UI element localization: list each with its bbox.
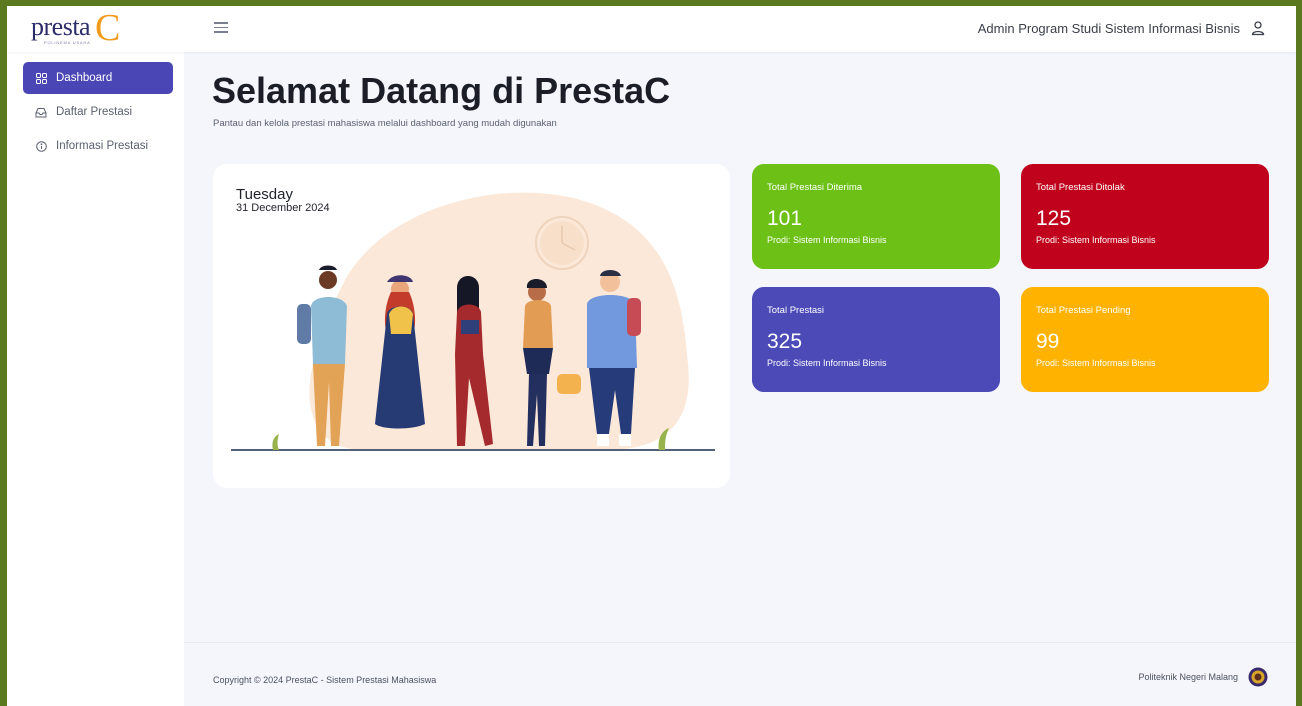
- stat-value: 325: [767, 330, 803, 353]
- stat-label: Total Prestasi Diterima: [767, 182, 863, 193]
- app-window: presta C POLINEMA USAHA Admin Program St…: [7, 6, 1296, 706]
- hamburger-icon[interactable]: [214, 22, 228, 34]
- stat-value: 101: [767, 207, 803, 230]
- stat-value: 99: [1036, 330, 1060, 353]
- institution: Politeknik Negeri Malang: [1138, 667, 1268, 687]
- stat-value: 125: [1036, 207, 1072, 230]
- stat-prodi: Prodi: Sistem Informasi Bisnis: [767, 235, 887, 245]
- top-bar: presta C POLINEMA USAHA Admin Program St…: [7, 6, 1296, 52]
- page-subtitle: Pantau dan kelola prestasi mahasiswa mel…: [213, 118, 557, 129]
- user-name: Admin Program Studi Sistem Informasi Bis…: [977, 20, 1240, 36]
- info-icon: [35, 140, 47, 152]
- stat-prodi: Prodi: Sistem Informasi Bisnis: [1036, 235, 1156, 245]
- grid-icon: [35, 72, 47, 84]
- copyright-text: Copyright © 2024 PrestaC - Sistem Presta…: [213, 675, 437, 685]
- sidebar: Dashboard Daftar Prestasi Informasi Pres…: [7, 52, 184, 706]
- user-menu[interactable]: Admin Program Studi Sistem Informasi Bis…: [978, 20, 1266, 36]
- stat-label: Total Prestasi Pending: [1036, 305, 1131, 316]
- stat-prodi: Prodi: Sistem Informasi Bisnis: [767, 358, 887, 368]
- sidebar-item-dashboard[interactable]: Dashboard: [23, 62, 173, 94]
- stat-prodi: Prodi: Sistem Informasi Bisnis: [1036, 358, 1156, 368]
- stat-card-diterima[interactable]: Total Prestasi Diterima 101 Prodi: Siste…: [752, 164, 1000, 269]
- sidebar-item-label: Daftar Prestasi: [56, 106, 133, 118]
- user-icon[interactable]: [1250, 20, 1266, 36]
- date-card: Tuesday 31 December 2024: [213, 164, 730, 488]
- stat-label: Total Prestasi: [767, 305, 825, 316]
- footer: Copyright © 2024 PrestaC - Sistem Presta…: [184, 642, 1296, 706]
- sidebar-item-label: Dashboard: [56, 72, 113, 84]
- inbox-icon: [35, 106, 47, 118]
- logo-text: presta: [31, 12, 91, 41]
- institution-name: Politeknik Negeri Malang: [1138, 672, 1238, 682]
- stat-label: Total Prestasi Ditolak: [1036, 182, 1125, 193]
- page-title: Selamat Datang di PrestaC: [212, 70, 671, 111]
- stat-card-total[interactable]: Total Prestasi 325 Prodi: Sistem Informa…: [752, 287, 1000, 392]
- logo-c: C: [95, 7, 121, 49]
- stat-card-pending[interactable]: Total Prestasi Pending 99 Prodi: Sistem …: [1021, 287, 1269, 392]
- polinema-logo-icon: [1248, 667, 1268, 687]
- full-date: 31 December 2024: [236, 202, 330, 214]
- sidebar-item-daftar-prestasi[interactable]: Daftar Prestasi: [23, 96, 173, 128]
- day-name: Tuesday: [236, 186, 293, 203]
- sidebar-item-informasi-prestasi[interactable]: Informasi Prestasi: [23, 130, 173, 162]
- sidebar-item-label: Informasi Prestasi: [56, 140, 149, 152]
- prestac-logo[interactable]: presta C POLINEMA USAHA: [31, 7, 141, 49]
- stat-card-ditolak[interactable]: Total Prestasi Ditolak 125 Prodi: Sistem…: [1021, 164, 1269, 269]
- logo-subtext: POLINEMA USAHA: [44, 40, 91, 45]
